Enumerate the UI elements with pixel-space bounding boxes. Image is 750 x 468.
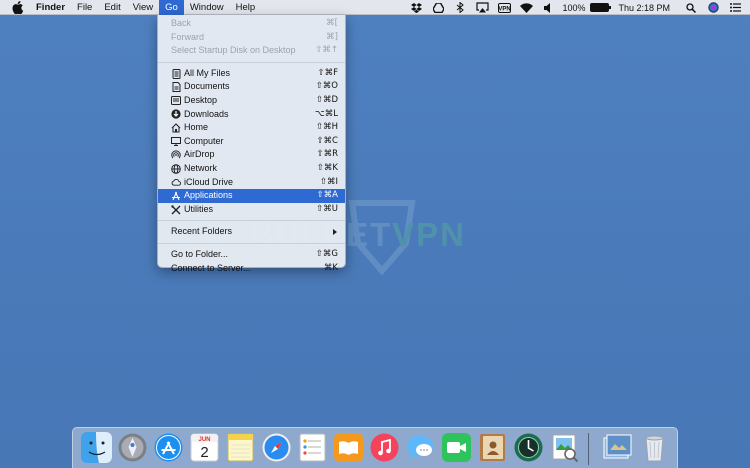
dock: JUN 2 bbox=[72, 427, 678, 468]
itunes-icon[interactable] bbox=[369, 432, 400, 463]
trash-icon[interactable] bbox=[639, 432, 670, 463]
menu-go[interactable]: Go bbox=[159, 0, 184, 15]
documents-icon bbox=[171, 82, 181, 93]
menu-item-computer[interactable]: Computer ⇧⌘C bbox=[158, 135, 345, 149]
battery-icon[interactable] bbox=[590, 3, 612, 12]
ibooks-icon[interactable] bbox=[333, 432, 364, 463]
desktop-icon bbox=[171, 96, 181, 106]
calendar-day: 2 bbox=[200, 444, 208, 461]
menu-item-applications[interactable]: Applications ⇧⌘A bbox=[158, 189, 345, 203]
menu-item-desktop[interactable]: Desktop ⇧⌘D bbox=[158, 94, 345, 108]
menu-item-documents[interactable]: Documents ⇧⌘O bbox=[158, 80, 345, 94]
menu-item-forward[interactable]: Forward ⌘] bbox=[158, 31, 345, 45]
dropbox-icon[interactable] bbox=[409, 2, 423, 13]
utilities-icon bbox=[171, 204, 181, 215]
time-machine-icon[interactable] bbox=[513, 432, 544, 463]
menu-help[interactable]: Help bbox=[230, 0, 262, 15]
menu-separator bbox=[158, 242, 345, 244]
notes-icon[interactable] bbox=[225, 432, 256, 463]
menu-view[interactable]: View bbox=[127, 0, 159, 15]
airplay-icon[interactable] bbox=[475, 2, 489, 13]
menu-separator bbox=[158, 220, 345, 222]
menu-window[interactable]: Window bbox=[184, 0, 230, 15]
calendar-month: JUN bbox=[198, 437, 210, 443]
menu-item-airdrop[interactable]: AirDrop ⇧⌘R bbox=[158, 148, 345, 162]
menu-item-recent-folders[interactable]: Recent Folders bbox=[158, 225, 345, 239]
menu-item-select-startup-disk[interactable]: Select Startup Disk on Desktop ⇧⌘↑ bbox=[158, 44, 345, 58]
menu-item-home[interactable]: Home ⇧⌘H bbox=[158, 121, 345, 135]
drive-icon[interactable] bbox=[431, 2, 445, 13]
search-icon[interactable] bbox=[684, 2, 698, 13]
siri-icon[interactable] bbox=[706, 2, 720, 13]
watermark-text-vpn: VPN bbox=[392, 216, 467, 253]
menu-item-all-my-files[interactable]: All My Files ⇧⌘F bbox=[158, 67, 345, 81]
home-icon bbox=[171, 123, 181, 133]
menu-bar: Finder File Edit View Go Window Help VPN… bbox=[0, 0, 750, 15]
menu-item-icloud-drive[interactable]: iCloud Drive ⇧⌘I bbox=[158, 176, 345, 190]
app-store-icon[interactable] bbox=[153, 432, 184, 463]
safari-icon[interactable] bbox=[261, 432, 292, 463]
go-menu-dropdown: Back ⌘[ Forward ⌘] Select Startup Disk o… bbox=[157, 15, 346, 273]
vpn-icon[interactable]: VPN bbox=[497, 2, 511, 13]
menu-file[interactable]: File bbox=[71, 0, 98, 15]
icloud-icon bbox=[171, 177, 181, 187]
menu-item-back[interactable]: Back ⌘[ bbox=[158, 17, 345, 31]
airdrop-icon bbox=[171, 150, 181, 160]
applications-icon bbox=[171, 191, 181, 201]
dock-separator bbox=[588, 433, 589, 465]
notification-list-icon[interactable] bbox=[728, 2, 742, 13]
volume-icon[interactable] bbox=[541, 2, 555, 13]
battery-percent[interactable]: 100% bbox=[562, 3, 585, 13]
downloads-stack-icon[interactable] bbox=[601, 432, 632, 463]
menu-item-network[interactable]: Network ⇧⌘K bbox=[158, 162, 345, 176]
messages-icon[interactable] bbox=[405, 432, 436, 463]
menu-edit[interactable]: Edit bbox=[98, 0, 126, 15]
wifi-icon[interactable] bbox=[519, 2, 533, 13]
launchpad-icon[interactable] bbox=[117, 432, 148, 463]
all-files-icon bbox=[171, 68, 181, 79]
apple-logo-icon[interactable] bbox=[12, 0, 24, 14]
contacts-icon[interactable] bbox=[477, 432, 508, 463]
reminders-icon[interactable] bbox=[297, 432, 328, 463]
facetime-icon[interactable] bbox=[441, 432, 472, 463]
menu-item-go-to-folder[interactable]: Go to Folder... ⇧⌘G bbox=[158, 248, 345, 262]
menu-item-utilities[interactable]: Utilities ⇧⌘U bbox=[158, 203, 345, 217]
submenu-arrow-icon bbox=[333, 229, 337, 236]
calendar-icon[interactable]: JUN 2 bbox=[189, 432, 220, 463]
menu-item-downloads[interactable]: Downloads ⌥⌘L bbox=[158, 108, 345, 122]
clock[interactable]: Thu 2:18 PM bbox=[618, 3, 670, 13]
preview-icon[interactable] bbox=[549, 432, 580, 463]
status-area: VPN 100% Thu 2:18 PM bbox=[405, 0, 750, 15]
bluetooth-icon[interactable] bbox=[453, 2, 467, 13]
menu-separator bbox=[158, 61, 345, 63]
network-icon bbox=[171, 163, 181, 174]
downloads-icon bbox=[171, 109, 181, 119]
svg-text:VPN: VPN bbox=[498, 6, 510, 12]
menu-finder[interactable]: Finder bbox=[34, 0, 71, 15]
menu-item-connect-to-server[interactable]: Connect to Server... ⌘K bbox=[158, 262, 345, 276]
computer-icon bbox=[171, 137, 181, 147]
finder-icon[interactable] bbox=[81, 432, 112, 463]
